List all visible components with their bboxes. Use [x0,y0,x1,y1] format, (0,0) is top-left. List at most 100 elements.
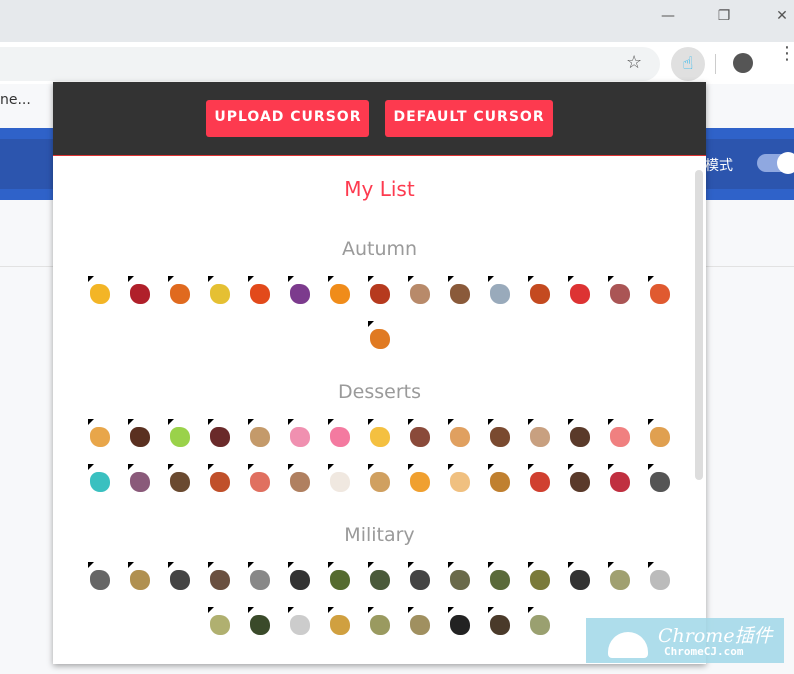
cursor-item-binoculars[interactable] [480,562,520,590]
watermark-line1: Chrome插件 [658,625,773,647]
scrollbar[interactable] [695,170,703,480]
cursor-item-shield[interactable] [320,562,360,590]
cursor-item-maple-leaf[interactable] [120,276,160,304]
sword-icon [89,570,110,590]
browser-toolbar: ☆ ☝ ⋮ [0,42,794,84]
my-list-heading[interactable]: My List [53,177,706,201]
cursor-item-milk[interactable] [320,464,360,492]
cursor-item-axe[interactable] [440,276,480,304]
restore-button[interactable]: ❐ [712,8,736,28]
cursor-item-handgun[interactable] [440,607,480,635]
close-button[interactable]: ✕ [770,8,794,28]
cursor-item-teal-cake[interactable] [80,464,120,492]
cursor-item-mushroom[interactable] [400,276,440,304]
mode-toggle[interactable] [757,152,794,174]
cursor-item-umbrella-closed[interactable] [480,276,520,304]
cursor-item-chocolates[interactable] [480,419,520,447]
cursor-item-boot[interactable] [600,276,640,304]
cursor-item-pancake[interactable] [440,464,480,492]
snail-icon [608,632,648,658]
vest-icon [369,570,390,590]
upload-cursor-button[interactable]: UPLOAD CURSOR [206,100,370,137]
cursor-item-cupcake2[interactable] [400,419,440,447]
cursor-item-bullet[interactable] [320,607,360,635]
cursor-item-bayonet[interactable] [560,562,600,590]
cursor-item-sword[interactable] [80,562,120,590]
cursor-item-eggplant[interactable] [280,276,320,304]
cursor-item-macaron[interactable] [160,419,200,447]
cursor-item-leaves[interactable] [240,276,280,304]
cursor-item-red-leaf[interactable] [520,276,560,304]
default-cursor-button[interactable]: DEFAULT CURSOR [385,100,553,137]
cursor-item-rain-boot[interactable] [560,276,600,304]
cursor-item-donut[interactable] [200,464,240,492]
bookmark-item[interactable]: ne... [0,92,31,108]
cursor-item-hook[interactable] [240,562,280,590]
cursor-item-glove[interactable] [200,562,240,590]
chocolates-icon [489,427,510,447]
cursor-item-cake-slice[interactable] [240,419,280,447]
cursor-item-missile[interactable] [520,562,560,590]
cursor-item-acorns[interactable] [360,321,400,349]
cursor-item-tank[interactable] [520,607,560,635]
brownie-icon [569,427,590,447]
cursor-item-burger[interactable] [480,464,520,492]
strawberry-drink-icon [609,472,630,492]
torpedo-icon [369,615,390,635]
cursor-grid [80,419,680,492]
cursor-item-tall-cake[interactable] [120,464,160,492]
cursor-item-brownie[interactable] [560,419,600,447]
cupcake2-icon [409,427,430,447]
cursor-item-juice[interactable] [400,464,440,492]
address-bar[interactable] [0,47,660,81]
cursor-item-sandwich[interactable] [360,464,400,492]
pointer-icon [327,276,334,282]
cursor-item-croissant[interactable] [80,419,120,447]
bookmark-star-icon[interactable]: ☆ [626,52,642,73]
cursor-item-submarine[interactable] [600,562,640,590]
cursor-item-strawberry-cake[interactable] [600,419,640,447]
cursor-item-cheese-cake[interactable] [360,419,400,447]
cursor-item-jet[interactable] [160,562,200,590]
cursor-item-fox[interactable] [640,276,680,304]
cursor-item-roll-cake[interactable] [120,419,160,447]
cursor-item-soda[interactable] [520,464,560,492]
cursor-item-leaf[interactable] [160,276,200,304]
cursor-item-strawberry-drink[interactable] [600,464,640,492]
cursor-item-umbrella[interactable] [80,276,120,304]
coffee-cup-icon [569,472,590,492]
cursor-item-pistol[interactable] [640,562,680,590]
cursor-item-layer-cake[interactable] [440,419,480,447]
cursor-item-rifle[interactable] [480,607,520,635]
cursor-item-donut2[interactable] [240,464,280,492]
cursor-item-dagger[interactable] [120,562,160,590]
cursor-item-branch[interactable] [360,276,400,304]
cursor-grid [80,276,680,349]
cursor-item-pink-cake[interactable] [280,419,320,447]
pointer-icon [127,419,134,425]
cursor-item-tiered-cake[interactable] [520,419,560,447]
menu-icon[interactable]: ⋮ [778,45,794,63]
cursor-item-cupcake[interactable] [320,419,360,447]
cursor-item-muffin[interactable] [640,419,680,447]
cursor-item-dog-tag[interactable] [280,607,320,635]
cursor-extension-icon[interactable]: ☝ [671,47,705,81]
cursor-item-orange-leaf[interactable] [320,276,360,304]
cursor-item-coffee[interactable] [280,464,320,492]
cursor-item-corn[interactable] [200,276,240,304]
cursor-item-vest[interactable] [360,562,400,590]
cursor-item-chocolate-cake[interactable] [200,419,240,447]
cursor-item-torpedo[interactable] [360,607,400,635]
cursor-item-target[interactable] [440,562,480,590]
cursor-item-bomb[interactable] [200,607,240,635]
cursor-item-coffee-cup[interactable] [560,464,600,492]
pointer-icon [87,419,94,425]
cursor-item-knife[interactable] [400,562,440,590]
cursor-item-ammo-box[interactable] [400,607,440,635]
minimize-button[interactable]: — [656,8,680,28]
cursor-item-cake-stand[interactable] [160,464,200,492]
cursor-item-grill[interactable] [640,464,680,492]
cursor-item-grenade[interactable] [280,562,320,590]
account-icon[interactable] [733,53,753,73]
cursor-item-fighter-plane[interactable] [240,607,280,635]
